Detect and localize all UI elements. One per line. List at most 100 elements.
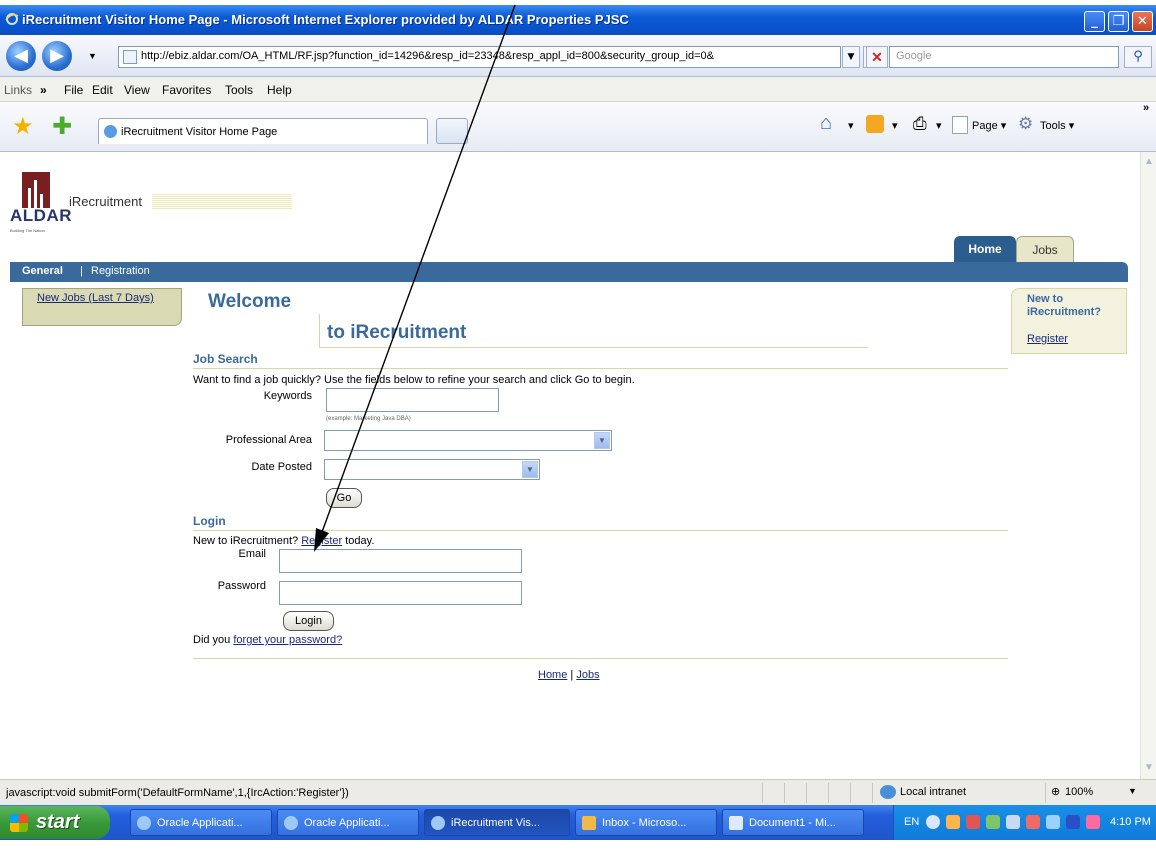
tray-icon[interactable] bbox=[1066, 815, 1080, 829]
menu-help[interactable]: Help bbox=[267, 83, 292, 97]
page-content: ALDAR Building The Nation iRecruitment H… bbox=[0, 152, 1140, 779]
app-name: iRecruitment bbox=[69, 194, 142, 209]
close-button[interactable]: ✕ bbox=[1132, 11, 1153, 32]
tray-icon[interactable] bbox=[966, 815, 980, 829]
tray-icon[interactable] bbox=[1026, 815, 1040, 829]
aldar-logo-icon bbox=[22, 172, 50, 208]
keywords-hint: (example: Marketing Java DBA) bbox=[326, 416, 411, 422]
login-rule bbox=[193, 530, 1008, 531]
professional-area-select[interactable]: ▼ bbox=[324, 430, 612, 451]
page-menu[interactable]: Page ▾ bbox=[972, 119, 1006, 132]
taskbar-item[interactable]: Document1 - Mi... bbox=[722, 809, 864, 836]
start-button[interactable]: start bbox=[0, 806, 110, 839]
zoom-level[interactable]: 100% bbox=[1065, 786, 1093, 798]
feeds-icon[interactable] bbox=[866, 115, 884, 133]
taskbar-item-label: Document1 - Mi... bbox=[749, 817, 836, 829]
history-dropdown-icon[interactable]: ▼ bbox=[88, 51, 97, 61]
tray-icon[interactable] bbox=[946, 815, 960, 829]
subnav-general[interactable]: General bbox=[22, 265, 63, 277]
outlook-icon bbox=[582, 816, 596, 830]
tab-home[interactable]: Home bbox=[954, 236, 1016, 262]
job-search-rule bbox=[193, 368, 1008, 369]
logo-tagline: Building The Nation bbox=[10, 228, 45, 233]
tools-menu[interactable]: Tools ▾ bbox=[1040, 119, 1074, 132]
ie-icon bbox=[137, 816, 151, 830]
forgot-password-link[interactable]: forget your password? bbox=[233, 634, 342, 646]
email-field[interactable] bbox=[279, 549, 522, 573]
tab-bar: ★ ✚ iRecruitment Visitor Home Page ⌂ ▾ ▾… bbox=[0, 102, 1156, 152]
url-field[interactable]: http://ebiz.aldar.com/OA_HTML/RF.jsp?fun… bbox=[118, 46, 841, 68]
date-posted-select[interactable]: ▼ bbox=[324, 459, 540, 480]
favorites-star-icon[interactable]: ★ bbox=[12, 112, 34, 140]
go-button[interactable]: Go bbox=[326, 488, 362, 508]
new-tab-button[interactable] bbox=[436, 118, 468, 144]
menu-edit[interactable]: Edit bbox=[92, 83, 113, 97]
status-cell bbox=[762, 783, 763, 803]
taskbar-item-label: Oracle Applicati... bbox=[157, 817, 243, 829]
search-input[interactable]: Google bbox=[889, 46, 1119, 68]
chevron-right-icon[interactable]: » bbox=[40, 83, 47, 97]
search-icon[interactable]: ⚲ bbox=[1124, 46, 1152, 68]
zoom-dropdown-icon[interactable]: ▼ bbox=[1128, 786, 1137, 796]
tray-icon[interactable] bbox=[986, 815, 1000, 829]
taskbar-item-active[interactable]: iRecruitment Vis... bbox=[424, 809, 570, 836]
add-favorite-icon[interactable]: ✚ bbox=[52, 112, 72, 140]
professional-area-label: Professional Area bbox=[225, 434, 312, 446]
menu-file[interactable]: File bbox=[64, 83, 83, 97]
language-indicator[interactable]: EN bbox=[904, 816, 919, 828]
password-field[interactable] bbox=[279, 581, 522, 605]
system-tray: EN 4:10 PM bbox=[893, 805, 1156, 840]
footer-home-link[interactable]: Home bbox=[538, 669, 567, 681]
ie-icon bbox=[284, 816, 298, 830]
subheading: to iRecruitment bbox=[327, 322, 467, 343]
footer-rule bbox=[193, 658, 1008, 659]
keywords-input[interactable] bbox=[326, 388, 499, 412]
chevron-down-icon[interactable]: ▾ bbox=[892, 119, 898, 132]
register-link[interactable]: Register bbox=[301, 535, 342, 547]
tab-jobs[interactable]: Jobs bbox=[1016, 236, 1074, 262]
clock: 4:10 PM bbox=[1110, 816, 1151, 828]
keywords-label: Keywords bbox=[263, 390, 312, 402]
status-cell bbox=[806, 783, 807, 803]
links-label[interactable]: Links bbox=[4, 83, 32, 97]
taskbar-item-label: Inbox - Microso... bbox=[602, 817, 687, 829]
tab-ie-icon bbox=[104, 125, 117, 138]
print-icon[interactable]: ⎙ bbox=[913, 114, 927, 134]
new-jobs-link[interactable]: New Jobs (Last 7 Days) bbox=[37, 292, 154, 304]
scroll-down-icon[interactable]: ▼ bbox=[1142, 760, 1156, 776]
tray-icon[interactable] bbox=[1006, 815, 1020, 829]
minimize-button[interactable]: _ bbox=[1084, 11, 1105, 32]
page-icon bbox=[123, 50, 137, 64]
menu-bar: Links » File Edit View Favorites Tools H… bbox=[0, 77, 1156, 102]
login-button[interactable]: Login bbox=[283, 611, 334, 631]
footer-jobs-link[interactable]: Jobs bbox=[576, 669, 599, 681]
chevron-right-icon[interactable]: » bbox=[1143, 102, 1149, 114]
logo-text: ALDAR bbox=[10, 206, 72, 225]
register-link-side[interactable]: Register bbox=[1027, 333, 1068, 345]
menu-favorites[interactable]: Favorites bbox=[162, 83, 211, 97]
taskbar-item[interactable]: Oracle Applicati... bbox=[130, 809, 272, 836]
taskbar-item[interactable]: Oracle Applicati... bbox=[277, 809, 419, 836]
chevron-down-icon[interactable]: ▾ bbox=[848, 119, 854, 132]
menu-tools[interactable]: Tools bbox=[225, 83, 253, 97]
scroll-up-icon[interactable]: ▲ bbox=[1142, 154, 1156, 170]
forward-button[interactable]: ▶ bbox=[42, 41, 72, 71]
tray-icon[interactable] bbox=[926, 815, 940, 829]
home-icon[interactable]: ⌂ bbox=[820, 112, 832, 135]
url-dropdown-button[interactable]: ▼ bbox=[842, 46, 860, 68]
back-button[interactable]: ◀ bbox=[6, 41, 36, 71]
chevron-down-icon[interactable]: ▾ bbox=[936, 119, 942, 132]
menu-view[interactable]: View bbox=[124, 83, 150, 97]
forgot-password-line: Did you forget your password? bbox=[193, 634, 342, 646]
taskbar-item[interactable]: Inbox - Microso... bbox=[575, 809, 717, 836]
maximize-button[interactable]: ❐ bbox=[1108, 11, 1129, 32]
vertical-scrollbar[interactable]: ▲ ▼ bbox=[1140, 152, 1156, 779]
subnav-registration[interactable]: Registration bbox=[91, 265, 150, 277]
side-nav-box: New Jobs (Last 7 Days) bbox=[22, 288, 182, 326]
tray-icon[interactable] bbox=[1046, 815, 1060, 829]
stop-icon[interactable]: ✕ bbox=[866, 46, 888, 68]
browser-tab[interactable]: iRecruitment Visitor Home Page bbox=[98, 118, 428, 144]
new-user-heading: New to iRecruitment? bbox=[1027, 293, 1101, 318]
page-menu-label: Page bbox=[972, 120, 998, 132]
volume-icon[interactable] bbox=[1086, 815, 1100, 829]
